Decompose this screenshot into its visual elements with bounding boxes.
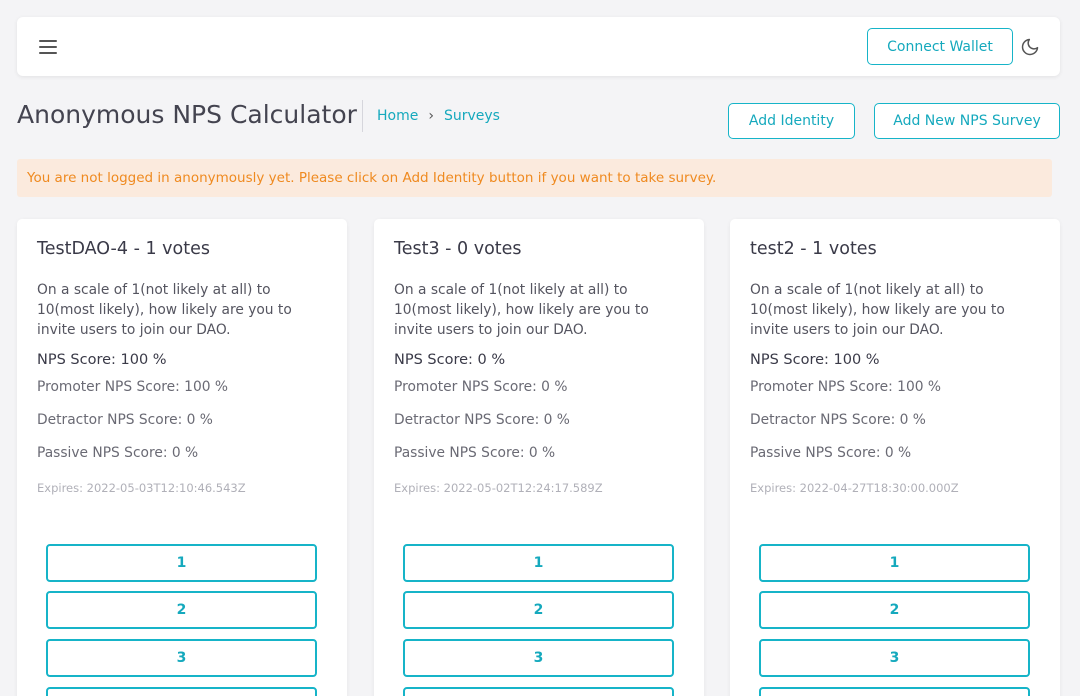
hamburger-menu-icon[interactable]	[39, 40, 57, 54]
nps-score: NPS Score: 100 %	[37, 352, 167, 368]
promoter-score: Promoter NPS Score: 100 %	[37, 379, 229, 395]
add-nps-survey-button[interactable]: Add New NPS Survey	[874, 103, 1060, 139]
survey-question: On a scale of 1(not likely at all) to 10…	[394, 282, 649, 338]
vote-option-2-button[interactable]: 2	[759, 591, 1030, 629]
vote-option-1-button[interactable]: 1	[759, 544, 1030, 582]
detractor-score: Detractor NPS Score: 0 %	[37, 412, 213, 428]
moon-icon[interactable]	[1020, 37, 1040, 57]
passive-score: Passive NPS Score: 0 %	[394, 445, 556, 461]
vote-option-4-button[interactable]	[46, 687, 317, 696]
nps-score: NPS Score: 0 %	[394, 352, 506, 368]
promoter-score: Promoter NPS Score: 0 %	[394, 379, 568, 395]
breadcrumb: Home › Surveys	[362, 100, 500, 132]
connect-wallet-button[interactable]: Connect Wallet	[867, 28, 1013, 65]
vote-option-2-button[interactable]: 2	[403, 591, 674, 629]
survey-title: test2 - 1 votes	[750, 239, 877, 259]
vote-option-3-button[interactable]: 3	[403, 639, 674, 677]
breadcrumb-home-link[interactable]: Home	[377, 108, 418, 124]
breadcrumb-surveys-link[interactable]: Surveys	[444, 108, 500, 124]
vote-option-4-button[interactable]	[759, 687, 1030, 696]
passive-score: Passive NPS Score: 0 %	[37, 445, 199, 461]
passive-score: Passive NPS Score: 0 %	[750, 445, 912, 461]
survey-card: TestDAO-4 - 1 votes On a scale of 1(not …	[17, 219, 347, 696]
chevron-right-icon: ›	[428, 108, 434, 124]
survey-card: Test3 - 0 votes On a scale of 1(not like…	[374, 219, 704, 696]
top-navbar: Connect Wallet	[17, 17, 1060, 76]
vote-option-3-button[interactable]: 3	[759, 639, 1030, 677]
detractor-score: Detractor NPS Score: 0 %	[750, 412, 926, 428]
survey-title: TestDAO-4 - 1 votes	[37, 239, 210, 259]
vote-option-2-button[interactable]: 2	[46, 591, 317, 629]
expires-date: Expires: 2022-05-02T12:24:17.589Z	[394, 481, 603, 495]
promoter-score: Promoter NPS Score: 100 %	[750, 379, 942, 395]
vote-option-1-button[interactable]: 1	[403, 544, 674, 582]
survey-question: On a scale of 1(not likely at all) to 10…	[750, 282, 1005, 338]
nps-score: NPS Score: 100 %	[750, 352, 880, 368]
vote-option-4-button[interactable]	[403, 687, 674, 696]
login-warning-alert: You are not logged in anonymously yet. P…	[17, 159, 1052, 197]
survey-question: On a scale of 1(not likely at all) to 10…	[37, 282, 292, 338]
survey-title: Test3 - 0 votes	[394, 239, 522, 259]
page-title: Anonymous NPS Calculator	[17, 100, 357, 129]
add-identity-button[interactable]: Add Identity	[728, 103, 855, 139]
vote-option-3-button[interactable]: 3	[46, 639, 317, 677]
expires-date: Expires: 2022-04-27T18:30:00.000Z	[750, 481, 959, 495]
expires-date: Expires: 2022-05-03T12:10:46.543Z	[37, 481, 246, 495]
survey-card: test2 - 1 votes On a scale of 1(not like…	[730, 219, 1060, 696]
detractor-score: Detractor NPS Score: 0 %	[394, 412, 570, 428]
vote-option-1-button[interactable]: 1	[46, 544, 317, 582]
